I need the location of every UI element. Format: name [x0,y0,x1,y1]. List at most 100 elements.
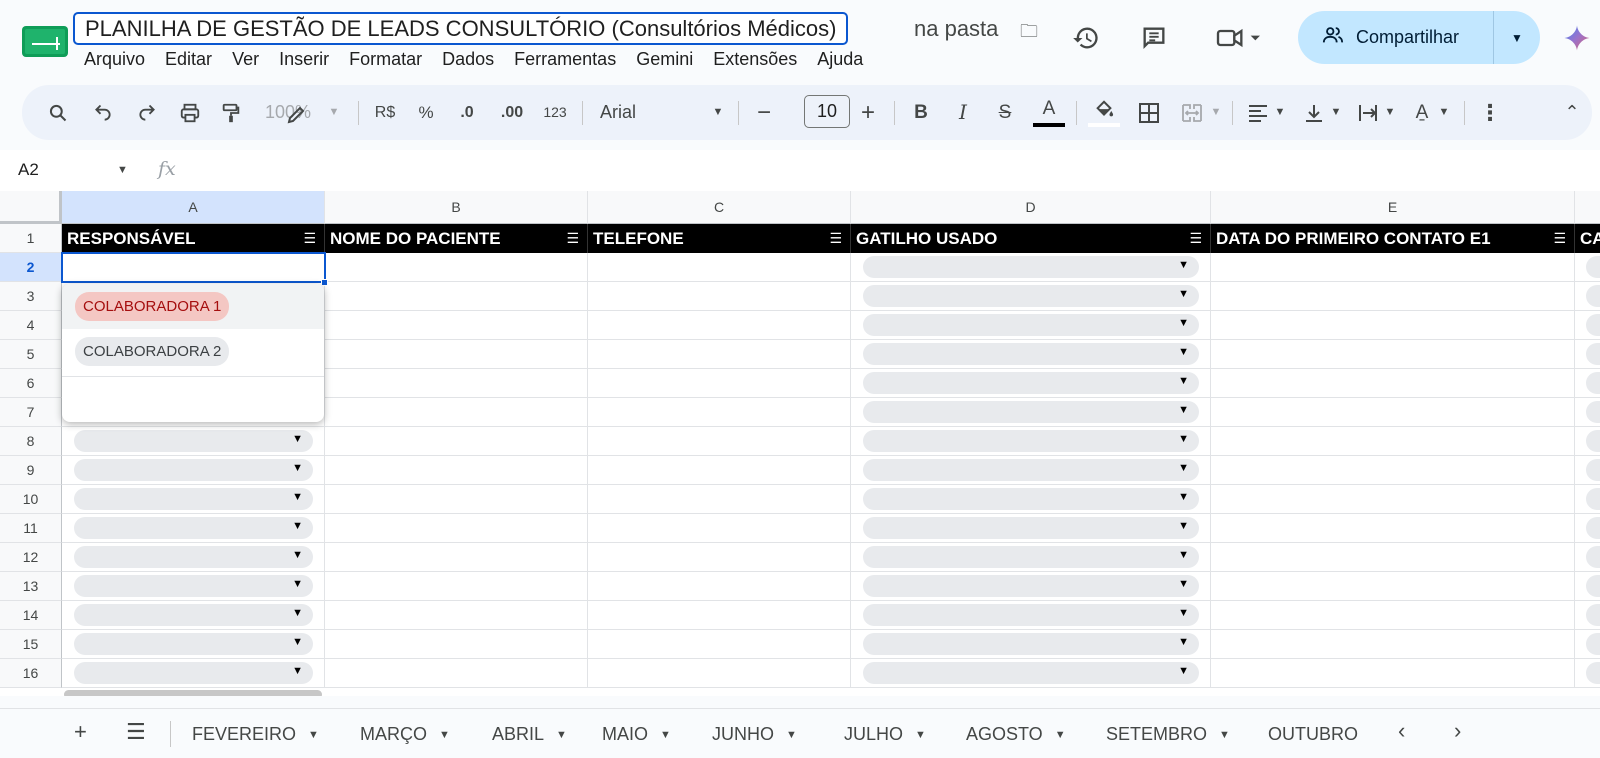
version-history-icon[interactable] [1070,22,1102,54]
header-cell-telefone[interactable]: TELEFONE ☰ [588,224,851,253]
dropdown-chip[interactable]: ▼ [74,604,313,626]
text-color-icon[interactable]: A [1033,85,1065,140]
dropdown-option-colaboradora-2[interactable]: COLABORADORA 2 [75,337,230,366]
cell-e14[interactable] [1211,601,1575,630]
menu-formatar[interactable]: Formatar [339,48,432,70]
cell-a8[interactable]: ▼ [62,427,325,456]
cell-b3[interactable] [325,282,588,311]
cell-c14[interactable] [588,601,851,630]
cell-f12[interactable] [1575,543,1600,572]
scroll-tabs-right-chevron-icon[interactable]: › [1454,718,1461,744]
dropdown-chip[interactable] [1586,459,1600,481]
row-header-4[interactable]: 4 [0,311,62,340]
menu-inserir[interactable]: Inserir [269,48,339,70]
row-header-15[interactable]: 15 [0,630,62,659]
rotation-chevron-down-icon[interactable]: ▼ [1436,85,1452,140]
cell-b16[interactable] [325,659,588,688]
filter-icon[interactable]: ☰ [829,224,842,253]
dropdown-chip[interactable] [1586,401,1600,423]
sheet-tab-julho[interactable]: JULHO ▼ [844,709,926,758]
all-sheets-menu-icon[interactable]: ☰ [126,719,146,745]
row-header-3[interactable]: 3 [0,282,62,311]
row-header-16[interactable]: 16 [0,659,62,688]
gemini-icon[interactable] [1562,23,1592,53]
cell-f4[interactable] [1575,311,1600,340]
sheet-tab-agosto[interactable]: AGOSTO ▼ [966,709,1066,758]
cell-d6[interactable]: ▼ [851,369,1211,398]
cell-e15[interactable] [1211,630,1575,659]
menu-ver[interactable]: Ver [222,48,269,70]
cell-c2[interactable] [588,253,851,282]
row-header-5[interactable]: 5 [0,340,62,369]
menu-gemini[interactable]: Gemini [626,48,703,70]
bold-icon[interactable]: B [908,85,934,140]
menu-ajuda[interactable]: Ajuda [807,48,873,70]
share-options-chevron-icon[interactable]: ▼ [1494,31,1540,45]
fill-handle[interactable] [321,279,328,286]
select-all-corner[interactable] [0,191,62,224]
header-cell-gatilho-usado[interactable]: GATILHO USADO ☰ [851,224,1211,253]
chevron-down-icon[interactable]: ▼ [660,729,671,741]
dropdown-chip[interactable]: ▼ [74,546,313,568]
dropdown-chip[interactable] [1586,372,1600,394]
column-header-b[interactable]: B [325,191,588,224]
cell-d10[interactable]: ▼ [851,485,1211,514]
cell-f8[interactable] [1575,427,1600,456]
dropdown-option-colaboradora-1[interactable]: COLABORADORA 1 [75,292,230,321]
dropdown-chip[interactable] [1586,575,1600,597]
cell-e11[interactable] [1211,514,1575,543]
active-cell-a2[interactable] [61,252,326,283]
cell-f6[interactable] [1575,369,1600,398]
cell-f10[interactable] [1575,485,1600,514]
cell-d5[interactable]: ▼ [851,340,1211,369]
folder-icon[interactable]: 🗀 [1020,19,1038,49]
menu-dados[interactable]: Dados [432,48,504,70]
cell-c16[interactable] [588,659,851,688]
dropdown-chip[interactable]: ▼ [863,488,1199,510]
cell-b9[interactable] [325,456,588,485]
strikethrough-icon[interactable]: S [992,85,1018,140]
dropdown-chip[interactable]: ▼ [863,633,1199,655]
cell-b12[interactable] [325,543,588,572]
chevron-down-icon[interactable]: ▼ [1219,729,1230,741]
decrease-decimal-button[interactable]: .0 [452,85,482,140]
cell-e12[interactable] [1211,543,1575,572]
filter-icon[interactable]: ☰ [566,224,579,253]
document-title[interactable]: PLANILHA DE GESTÃO DE LEADS CONSULTÓRIO … [73,12,849,45]
cell-b13[interactable] [325,572,588,601]
dropdown-chip[interactable] [1586,430,1600,452]
row-header-7[interactable]: 7 [0,398,62,427]
italic-icon[interactable]: I [950,85,976,140]
currency-format-button[interactable]: R$ [370,85,400,140]
sheets-logo[interactable] [22,26,68,57]
dropdown-option-row[interactable]: COLABORADORA 2 [62,329,324,374]
cell-c10[interactable] [588,485,851,514]
collapse-toolbar-chevron-up-icon[interactable]: ⌃ [1560,85,1584,140]
cell-c5[interactable] [588,340,851,369]
scroll-tabs-left-chevron-icon[interactable]: ‹ [1398,718,1405,744]
dropdown-chip[interactable]: ▼ [863,546,1199,568]
dropdown-chip[interactable] [1586,662,1600,684]
cell-f13[interactable] [1575,572,1600,601]
dropdown-chip[interactable]: ▼ [863,285,1199,307]
text-rotation-icon[interactable]: A̱ [1408,85,1436,140]
dropdown-chip[interactable]: ▼ [74,662,313,684]
cell-a15[interactable]: ▼ [62,630,325,659]
cell-c15[interactable] [588,630,851,659]
cell-b8[interactable] [325,427,588,456]
cell-c13[interactable] [588,572,851,601]
cell-f5[interactable] [1575,340,1600,369]
comments-icon[interactable] [1138,22,1170,54]
dropdown-chip[interactable] [1586,546,1600,568]
valign-chevron-down-icon[interactable]: ▼ [1328,85,1344,140]
dropdown-chip[interactable] [1586,314,1600,336]
fill-color-icon[interactable] [1088,85,1120,140]
dropdown-chip[interactable]: ▼ [863,343,1199,365]
filter-icon[interactable]: ☰ [303,224,316,253]
cell-c7[interactable] [588,398,851,427]
chevron-down-icon[interactable]: ▼ [556,729,567,741]
dropdown-chip[interactable]: ▼ [863,372,1199,394]
dropdown-chip[interactable] [1586,488,1600,510]
cell-a12[interactable]: ▼ [62,543,325,572]
dropdown-chip[interactable] [1586,343,1600,365]
